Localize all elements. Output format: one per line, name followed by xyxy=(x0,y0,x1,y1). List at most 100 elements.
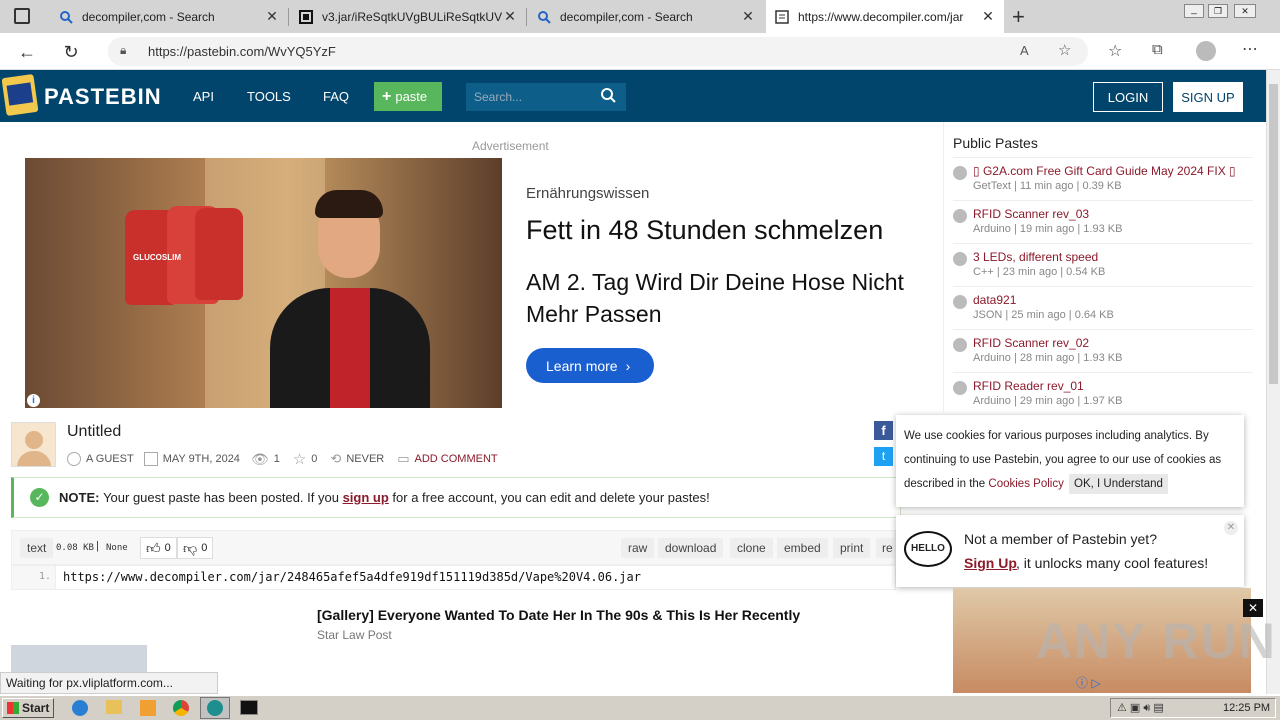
nav-faq[interactable]: FAQ xyxy=(323,89,349,104)
expire: NEVER xyxy=(346,453,385,465)
like-button[interactable]: 👍︎ 0 xyxy=(140,537,177,559)
page-scrollbar[interactable] xyxy=(1266,70,1280,694)
nav-tools[interactable]: TOOLS xyxy=(247,89,291,104)
ad-image[interactable]: GLUCOSLIM i xyxy=(25,158,502,408)
tray-icons[interactable]: ⚠ ▣ 🔊︎ ▤ xyxy=(1117,701,1164,715)
public-paste-item[interactable]: ▯ G2A.com Free Gift Card Guide May 2024 … xyxy=(953,157,1253,200)
presenter-hair xyxy=(315,190,383,218)
public-paste-title[interactable]: data921 xyxy=(973,293,1253,307)
chevron-right-icon: › xyxy=(625,357,631,374)
cookie-ok-button[interactable]: OK, I Understand xyxy=(1069,474,1168,494)
public-paste-title[interactable]: RFID Scanner rev_02 xyxy=(973,336,1253,350)
facebook-icon[interactable]: f xyxy=(874,421,893,440)
back-button[interactable]: ← xyxy=(14,39,40,65)
member-line1: Not a member of Pastebin yet? xyxy=(964,531,1157,547)
url-text: https://pastebin.com/WvYQ5YzF xyxy=(148,44,336,59)
public-paste-item[interactable]: RFID Reader rev_01 Arduino | 29 min ago |… xyxy=(953,372,1253,415)
ad-headline[interactable]: Fett in 48 Stunden schmelzen xyxy=(526,215,883,246)
logo-text[interactable]: PASTEBIN xyxy=(44,84,162,110)
new-paste-button[interactable]: + paste xyxy=(374,82,442,111)
dislikes-count: 0 xyxy=(201,542,208,554)
globe-icon xyxy=(953,166,967,180)
member-signup-link[interactable]: Sign Up xyxy=(964,555,1017,571)
add-comment-link[interactable]: ADD COMMENT xyxy=(415,453,498,465)
favorites-icon[interactable]: ☆ xyxy=(1108,41,1122,61)
close-icon[interactable]: ✕ xyxy=(264,8,280,25)
search-icon[interactable] xyxy=(600,87,616,106)
cookies-policy-link[interactable]: Cookies Policy xyxy=(988,478,1063,490)
media-player-icon[interactable] xyxy=(140,700,156,716)
public-paste-title[interactable]: RFID Reader rev_01 xyxy=(973,379,1253,393)
public-paste-title[interactable]: ▯ G2A.com Free Gift Card Guide May 2024 … xyxy=(973,164,1253,178)
paste-title: Untitled xyxy=(67,423,122,440)
embed-button[interactable]: embed xyxy=(777,538,828,558)
close-icon[interactable]: ✕ xyxy=(980,8,996,25)
globe-icon xyxy=(953,338,967,352)
globe-icon xyxy=(953,252,967,266)
minimize-button[interactable]: _ xyxy=(1184,4,1204,18)
menu-icon[interactable]: ⋯ xyxy=(1242,39,1258,59)
favorite-add-icon[interactable]: ☆ xyxy=(1058,41,1071,59)
refresh-button[interactable]: ↻ xyxy=(58,39,84,65)
status-bar: Waiting for px.vliplatform.com... xyxy=(0,672,218,694)
start-button[interactable]: Start xyxy=(2,698,54,718)
download-button[interactable]: download xyxy=(658,538,724,558)
tab-actions-icon[interactable] xyxy=(14,8,30,24)
tab-4-active[interactable]: https://www.decompiler.com/jar ✕ xyxy=(766,0,1004,33)
public-paste-meta: Arduino | 28 min ago | 1.93 KB xyxy=(973,352,1123,364)
tab-title: decompiler,com - Search xyxy=(560,9,693,24)
signup-button[interactable]: SIGN UP xyxy=(1173,82,1243,112)
new-tab-button[interactable]: + xyxy=(1012,4,1025,30)
restore-button[interactable]: ❐ xyxy=(1208,4,1228,18)
pastebin-logo-icon[interactable] xyxy=(1,73,39,117)
report-button[interactable]: re xyxy=(876,538,896,558)
cmd-icon[interactable] xyxy=(240,700,258,715)
chrome-icon[interactable] xyxy=(173,700,189,716)
ie-icon[interactable] xyxy=(72,700,88,716)
public-paste-meta: C++ | 23 min ago | 0.54 KB xyxy=(973,266,1106,278)
public-paste-title[interactable]: RFID Scanner rev_03 xyxy=(973,207,1253,221)
sign-up-link[interactable]: sign up xyxy=(343,490,389,505)
public-paste-item[interactable]: RFID Scanner rev_02 Arduino | 28 min ago … xyxy=(953,329,1253,372)
code-line[interactable]: https://www.decompiler.com/jar/248465afe… xyxy=(63,570,641,584)
ad-kicker: Ernährungswissen xyxy=(526,185,650,202)
comment-icon: ▭ xyxy=(397,451,410,466)
explorer-icon[interactable] xyxy=(106,700,122,714)
tab-title: decompiler,com - Search xyxy=(82,9,215,24)
print-button[interactable]: print xyxy=(833,538,871,558)
dislike-button[interactable]: 👎︎ 0 xyxy=(177,537,214,559)
profile-avatar[interactable] xyxy=(1196,41,1216,61)
user-icon xyxy=(67,452,81,466)
edge-taskbar-button[interactable] xyxy=(200,697,230,719)
paste-meta: A GUEST MAY 9TH, 2024 👁︎ 1 ☆ 0 ⟲ NEVER ▭… xyxy=(67,450,498,468)
bottom-ad-title[interactable]: [Gallery] Everyone Wanted To Date Her In… xyxy=(317,607,800,623)
tab-2[interactable]: v3.jar/iReSqtkUVgBULiReSqtkUVg ✕ xyxy=(290,0,526,33)
public-paste-title[interactable]: 3 LEDs, different speed xyxy=(973,250,1253,264)
public-paste-item[interactable]: 3 LEDs, different speed C++ | 23 min ago … xyxy=(953,243,1253,286)
twitter-icon[interactable]: t xyxy=(874,447,893,466)
watermark: ANY RUN xyxy=(1036,613,1277,669)
format-badge[interactable]: text xyxy=(20,538,54,558)
clone-button[interactable]: clone xyxy=(730,538,773,558)
ad-choices-icon[interactable]: ⓘ ▷ xyxy=(1076,674,1101,691)
sep: | xyxy=(96,540,99,552)
login-button[interactable]: LOGIN xyxy=(1093,82,1163,112)
close-icon[interactable]: ✕ xyxy=(502,8,518,25)
member-line2: , it unlocks many cool features! xyxy=(1016,555,1209,571)
star-icon: ☆ xyxy=(292,451,307,468)
info-icon[interactable]: i xyxy=(27,394,40,407)
read-aloud-icon[interactable]: A xyxy=(1020,43,1029,58)
public-paste-item[interactable]: RFID Scanner rev_03 Arduino | 19 min ago … xyxy=(953,200,1253,243)
raw-button[interactable]: raw xyxy=(621,538,655,558)
learn-more-button[interactable]: Learn more › xyxy=(526,348,654,383)
url-field[interactable]: 🔒︎ https://pastebin.com/WvYQ5YzF A ☆ xyxy=(108,37,1088,66)
collections-icon[interactable]: ⧉ xyxy=(1152,41,1163,58)
close-icon[interactable]: ✕ xyxy=(740,8,756,25)
nav-api[interactable]: API xyxy=(193,89,214,104)
tab-3[interactable]: decompiler,com - Search ✕ xyxy=(528,0,764,33)
tab-1[interactable]: decompiler,com - Search ✕ xyxy=(50,0,288,33)
public-paste-item[interactable]: data921 JSON | 25 min ago | 0.64 KB xyxy=(953,286,1253,329)
close-window-button[interactable]: ✕ xyxy=(1234,4,1256,18)
close-icon[interactable]: ✕ xyxy=(1224,521,1238,535)
lock-icon[interactable]: 🔒︎ xyxy=(120,43,126,58)
